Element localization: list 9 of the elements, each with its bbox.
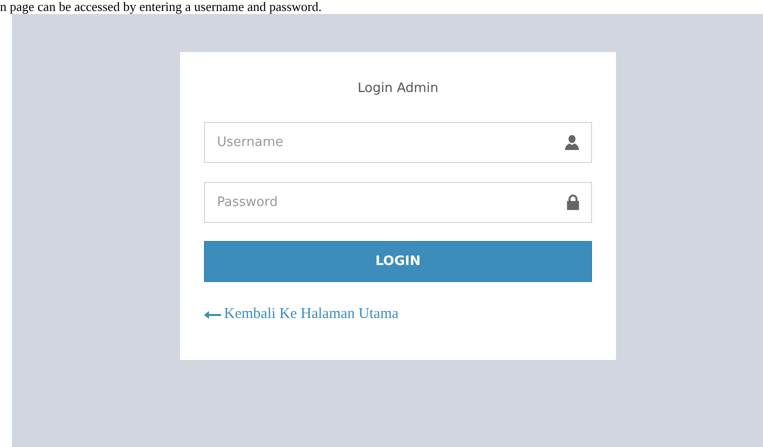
user-icon [564, 134, 580, 150]
caption-text: n page can be accessed by entering a username and password. [0, 0, 323, 14]
back-home-link[interactable]: Kembali Ke Halaman Utama [224, 306, 399, 323]
left-arrow-icon [204, 310, 221, 318]
login-button[interactable]: LOGIN [204, 241, 592, 282]
lock-icon [566, 194, 580, 210]
password-field[interactable]: Password [204, 182, 592, 223]
username-field[interactable]: Username [204, 122, 592, 163]
login-title: Login Admin [358, 81, 438, 96]
